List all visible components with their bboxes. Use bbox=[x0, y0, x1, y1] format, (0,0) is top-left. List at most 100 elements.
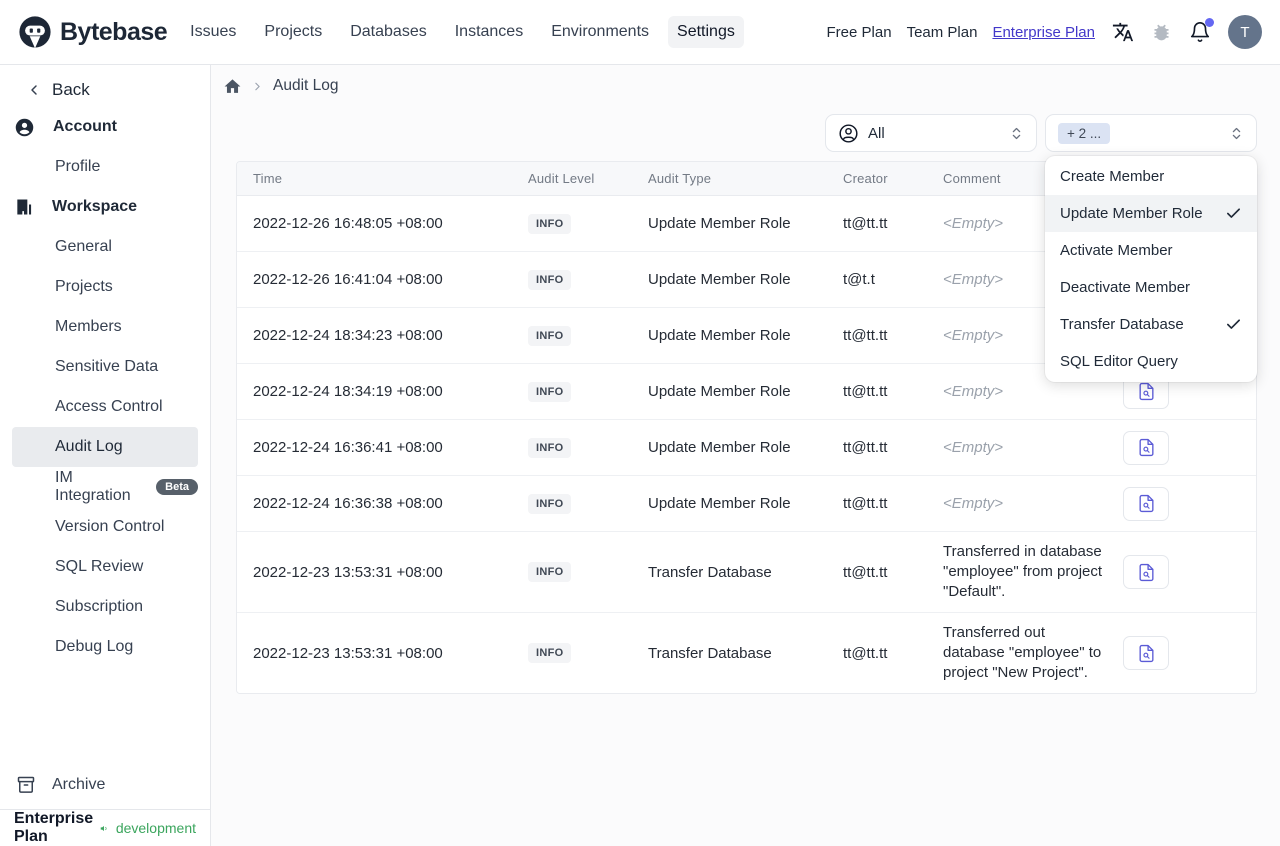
audit-action-cell bbox=[1123, 486, 1256, 521]
avatar[interactable]: T bbox=[1228, 15, 1262, 49]
audit-creator: tt@tt.tt bbox=[843, 383, 888, 400]
audit-time: 2022-12-24 18:34:19 +08:00 bbox=[253, 383, 443, 400]
audit-creator: t@t.t bbox=[843, 271, 875, 288]
translate-icon[interactable] bbox=[1112, 21, 1134, 43]
audit-comment: Transferred out database "employee" to p… bbox=[943, 624, 1102, 681]
nav-item-environments[interactable]: Environments bbox=[542, 16, 658, 48]
plan-free-plan[interactable]: Free Plan bbox=[827, 24, 892, 41]
audit-action-cell bbox=[1123, 555, 1256, 589]
chevrons-up-down-icon bbox=[1232, 127, 1241, 139]
sidebar-item-label: Sensitive Data bbox=[55, 358, 159, 375]
menu-item-activate-member[interactable]: Activate Member bbox=[1045, 232, 1257, 269]
view-log-detail-button[interactable] bbox=[1123, 430, 1169, 465]
speaker-icon bbox=[100, 825, 107, 831]
back-button[interactable]: Back bbox=[0, 73, 210, 107]
beta-badge: Beta bbox=[156, 479, 198, 495]
bell-icon[interactable] bbox=[1189, 18, 1214, 43]
audit-type: Transfer Database bbox=[648, 644, 772, 662]
account-items: Profile bbox=[0, 147, 210, 187]
audit-type: Update Member Role bbox=[648, 327, 791, 344]
audit-time: 2022-12-24 16:36:41 +08:00 bbox=[253, 439, 443, 456]
audit-time: 2022-12-23 13:53:31 +08:00 bbox=[253, 563, 443, 581]
sidebar-item-im-integration[interactable]: IM Integration Beta bbox=[12, 467, 198, 507]
audit-log-row: 2022-12-23 13:53:31 +08:00 INFO Transfer D… bbox=[237, 532, 1256, 613]
bytebase-logo[interactable]: Bytebase bbox=[18, 15, 168, 49]
settings-sidebar: Back Account Profile Workspace General Pr… bbox=[0, 65, 211, 846]
audit-level-badge: INFO bbox=[528, 437, 572, 458]
plan-team-plan[interactable]: Team Plan bbox=[907, 24, 978, 41]
sidebar-item-audit-log[interactable]: Audit Log bbox=[12, 427, 198, 467]
audit-action-cell bbox=[1123, 636, 1256, 670]
menu-item-label: SQL Editor Query bbox=[1060, 353, 1178, 370]
menu-item-update-member-role[interactable]: Update Member Role bbox=[1045, 195, 1257, 232]
menu-item-deactivate-member[interactable]: Deactivate Member bbox=[1045, 269, 1257, 306]
sidebar-item-label: Profile bbox=[55, 158, 101, 175]
nav-item-projects[interactable]: Projects bbox=[255, 16, 331, 48]
sidebar-item-profile[interactable]: Profile bbox=[12, 147, 198, 187]
menu-item-label: Deactivate Member bbox=[1060, 279, 1191, 296]
menu-item-label: Update Member Role bbox=[1060, 205, 1203, 222]
bytebase-logo-icon bbox=[19, 16, 51, 49]
breadcrumb: Audit Log bbox=[223, 75, 1257, 97]
sidebar-item-subscription[interactable]: Subscription bbox=[12, 587, 198, 627]
audit-time: 2022-12-26 16:48:05 +08:00 bbox=[253, 215, 443, 232]
user-circle-icon bbox=[15, 118, 34, 136]
nav-item-instances[interactable]: Instances bbox=[446, 16, 532, 48]
audit-type: Update Member Role bbox=[648, 215, 791, 232]
sidebar-item-projects[interactable]: Projects bbox=[12, 267, 198, 307]
sidebar-item-sql-review[interactable]: SQL Review bbox=[12, 547, 198, 587]
sidebar-item-label: Subscription bbox=[55, 598, 144, 615]
audit-type: Update Member Role bbox=[648, 495, 791, 512]
audit-time: 2022-12-23 13:53:31 +08:00 bbox=[253, 644, 443, 662]
sidebar-item-archive[interactable]: Archive bbox=[0, 765, 210, 805]
sidebar-section-account: Account bbox=[0, 107, 210, 147]
home-icon[interactable] bbox=[223, 77, 242, 96]
sidebar-item-label: Projects bbox=[55, 278, 113, 295]
audit-type-filter-select[interactable]: + 2 ... bbox=[1045, 114, 1257, 152]
sidebar-item-label: IM Integration bbox=[55, 469, 131, 504]
sidebar-section-workspace: Workspace bbox=[0, 187, 210, 227]
menu-item-label: Activate Member bbox=[1060, 242, 1173, 259]
sidebar-item-members[interactable]: Members bbox=[12, 307, 198, 347]
menu-item-transfer-database[interactable]: Transfer Database bbox=[1045, 306, 1257, 343]
sidebar-item-version-control[interactable]: Version Control bbox=[12, 507, 198, 547]
nav-right-cluster: Free Plan Team Plan Enterprise Plan T bbox=[827, 15, 1262, 49]
audit-level-badge: INFO bbox=[528, 213, 572, 234]
column-header: Audit Type bbox=[648, 171, 712, 186]
plan-enterprise-plan[interactable]: Enterprise Plan bbox=[992, 24, 1095, 41]
building-icon bbox=[17, 199, 32, 215]
sidebar-item-access-control[interactable]: Access Control bbox=[12, 387, 198, 427]
audit-creator: tt@tt.tt bbox=[843, 327, 888, 344]
sidebar-item-label: Members bbox=[55, 318, 122, 335]
workspace-items: General Projects Members Sensitive Data Acce… bbox=[0, 227, 210, 667]
archive-label: Archive bbox=[52, 776, 106, 793]
chevrons-up-down-icon bbox=[1012, 127, 1021, 139]
sidebar-item-debug-log[interactable]: Debug Log bbox=[12, 627, 198, 667]
audit-creator: tt@tt.tt bbox=[843, 563, 888, 581]
file-search-icon bbox=[1138, 563, 1154, 581]
current-plan-label[interactable]: Enterprise Plan bbox=[14, 810, 93, 846]
audit-level-cell: INFO bbox=[528, 381, 648, 402]
sidebar-item-general[interactable]: General bbox=[12, 227, 198, 267]
nav-item-issues[interactable]: Issues bbox=[181, 16, 245, 48]
view-log-detail-button[interactable] bbox=[1123, 486, 1169, 521]
audit-time: 2022-12-24 16:36:38 +08:00 bbox=[253, 495, 443, 512]
archive-box-icon bbox=[17, 776, 35, 793]
menu-item-sql-editor-query[interactable]: SQL Editor Query bbox=[1045, 343, 1257, 380]
sidebar-item-sensitive-data[interactable]: Sensitive Data bbox=[12, 347, 198, 387]
nav-item-databases[interactable]: Databases bbox=[341, 16, 436, 48]
nav-item-settings[interactable]: Settings bbox=[668, 16, 744, 48]
creator-filter-select[interactable]: All bbox=[825, 114, 1037, 152]
plan-links: Free Plan Team Plan Enterprise Plan bbox=[827, 24, 1095, 41]
bug-icon[interactable] bbox=[1151, 22, 1172, 43]
view-log-detail-button[interactable] bbox=[1123, 555, 1169, 589]
menu-item-label: Create Member bbox=[1060, 168, 1165, 185]
view-log-detail-button[interactable] bbox=[1123, 636, 1169, 670]
column-header: Audit Level bbox=[528, 171, 595, 186]
audit-comment: Transferred in database "employee" from … bbox=[943, 543, 1103, 600]
audit-level-badge: INFO bbox=[528, 643, 572, 663]
check-icon bbox=[1227, 208, 1240, 218]
menu-item-create-member[interactable]: Create Member bbox=[1045, 158, 1257, 195]
column-header: Creator bbox=[843, 171, 888, 186]
sidebar-item-label: Debug Log bbox=[55, 638, 134, 655]
